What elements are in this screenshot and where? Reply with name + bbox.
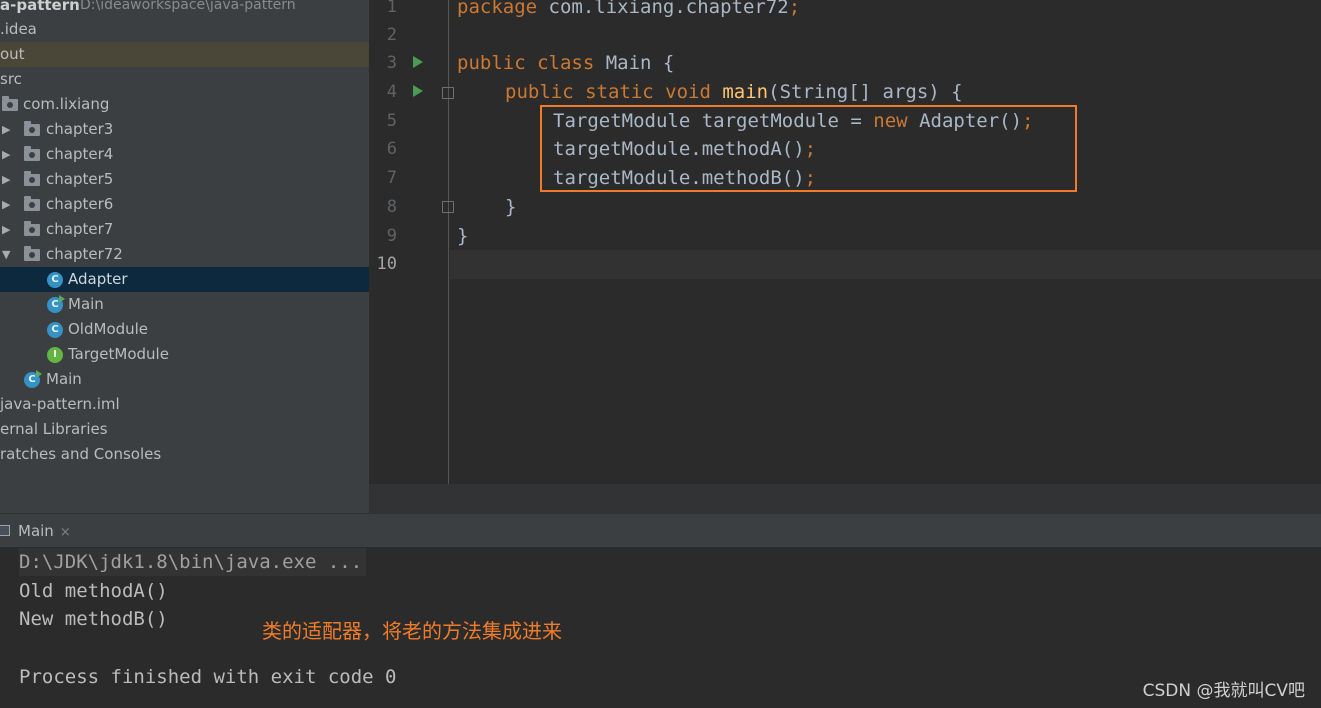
project-root-name: a-pattern (0, 0, 80, 14)
tree-item-idea[interactable]: .idea (0, 17, 369, 42)
console-exit-line: Process finished with exit code 0 (19, 666, 397, 688)
expand-arrow-icon[interactable]: ▶ (2, 217, 14, 242)
collapse-arrow-icon[interactable]: ▼ (2, 242, 14, 267)
fold-marker-icon[interactable] (442, 201, 454, 213)
project-panel: a-pattern D:\ideaworkspace\java-pattern … (0, 0, 369, 513)
tree-item-label: TargetModule (68, 345, 169, 363)
code-line-8: } (505, 196, 517, 218)
tree-item-scratches[interactable]: ratches and Consoles (0, 442, 369, 467)
annotation-text: 类的适配器，将老的方法集成进来 (262, 619, 562, 643)
tree-item-label: ernal Libraries (0, 420, 108, 438)
tree-item-label: java-pattern.iml (0, 395, 120, 413)
tree-item-adapter[interactable]: C Adapter (0, 267, 369, 292)
tree-item-label: chapter72 (46, 245, 123, 263)
tree-item-main-class[interactable]: C Main (0, 292, 369, 317)
line-number: 9 (386, 226, 397, 246)
folder-icon (24, 196, 40, 211)
tree-item-label: Adapter (68, 270, 128, 288)
tree-item-label: out (0, 45, 25, 63)
tree-item-iml[interactable]: java-pattern.iml (0, 392, 369, 417)
line-number: 2 (386, 25, 397, 45)
fold-marker-icon[interactable] (442, 87, 454, 99)
close-icon[interactable]: × (60, 525, 71, 540)
line-number: 5 (386, 111, 397, 131)
tree-item-label: OldModule (68, 320, 149, 338)
run-class-gutter-icon[interactable] (413, 56, 423, 68)
tab-label: Main (18, 522, 54, 540)
tree-item-label: chapter4 (46, 145, 114, 163)
expand-arrow-icon[interactable]: ▶ (2, 192, 14, 217)
tree-item-label: com.lixiang (23, 95, 110, 113)
console-line: New methodB() (19, 608, 168, 630)
project-root-path: D:\ideaworkspace\java-pattern (80, 0, 296, 13)
line-number: 6 (386, 139, 397, 159)
watermark: CSDN @我就叫CV吧 (1142, 681, 1305, 701)
line-number: 1 (386, 0, 397, 17)
editor-footer (369, 484, 1321, 513)
expand-arrow-icon[interactable]: ▶ (2, 117, 14, 142)
tree-item-label: ratches and Consoles (0, 445, 162, 463)
tree-item-targetmodule[interactable]: I TargetModule (0, 342, 369, 367)
expand-arrow-icon[interactable]: ▶ (2, 142, 14, 167)
current-line-highlight (450, 250, 1321, 279)
tree-item-main-root[interactable]: C Main (0, 367, 369, 392)
line-number: 8 (386, 197, 397, 217)
highlight-box (540, 105, 1077, 192)
line-number: 7 (386, 168, 397, 188)
console-icon (0, 525, 10, 536)
project-root-row[interactable]: a-pattern D:\ideaworkspace\java-pattern (0, 0, 369, 18)
interface-icon: I (47, 347, 63, 363)
expand-arrow-icon[interactable]: ▶ (2, 167, 14, 192)
tree-item-label: chapter7 (46, 220, 114, 238)
tree-item-chapter5[interactable]: ▶ chapter5 (0, 167, 369, 192)
line-number: 10 (376, 254, 397, 274)
tree-item-label: src (0, 70, 22, 88)
tree-item-label: Main (68, 295, 104, 313)
tree-item-label: chapter3 (46, 120, 114, 138)
code-line-3: public class Main { (457, 52, 675, 74)
package-folder-icon (2, 96, 18, 111)
tree-item-chapter6[interactable]: ▶ chapter6 (0, 192, 369, 217)
run-main-gutter-icon[interactable] (413, 85, 423, 97)
code-line-4: public static void main(String[] args) { (505, 81, 963, 103)
tree-item-label: Main (46, 370, 82, 388)
tree-item-label: .idea (0, 20, 37, 38)
tree-item-label: chapter6 (46, 195, 114, 213)
tree-item-package[interactable]: com.lixiang (0, 92, 369, 117)
console-command-line[interactable]: D:\JDK\jdk1.8\bin\java.exe ... (19, 548, 367, 576)
tree-item-chapter3[interactable]: ▶ chapter3 (0, 117, 369, 142)
folder-icon (24, 121, 40, 136)
console-line: Old methodA() (19, 580, 168, 602)
line-number: 3 (386, 53, 397, 73)
folder-icon (24, 171, 40, 186)
tree-item-src[interactable]: src (0, 67, 369, 92)
tree-item-label: chapter5 (46, 170, 114, 188)
tab-main[interactable]: Main × (0, 514, 71, 548)
line-number: 4 (386, 82, 397, 102)
gutter-divider (448, 0, 449, 484)
runnable-class-icon: C (24, 370, 42, 388)
folder-icon (24, 221, 40, 236)
folder-icon (24, 146, 40, 161)
tree-item-chapter4[interactable]: ▶ chapter4 (0, 142, 369, 167)
code-line-1: package com.lixiang.chapter72; (457, 0, 801, 18)
code-line-9: } (457, 225, 469, 247)
tree-item-chapter72[interactable]: ▼ chapter72 (0, 242, 369, 267)
folder-icon (24, 246, 40, 261)
class-icon: C (47, 272, 63, 288)
tree-item-oldmodule[interactable]: C OldModule (0, 317, 369, 342)
tree-item-out[interactable]: out (0, 42, 369, 67)
tree-item-chapter7[interactable]: ▶ chapter7 (0, 217, 369, 242)
runnable-class-icon: C (47, 295, 65, 313)
run-tab-bar: Main × (0, 513, 1321, 547)
class-icon: C (47, 322, 63, 338)
tree-item-external-libraries[interactable]: ernal Libraries (0, 417, 369, 442)
